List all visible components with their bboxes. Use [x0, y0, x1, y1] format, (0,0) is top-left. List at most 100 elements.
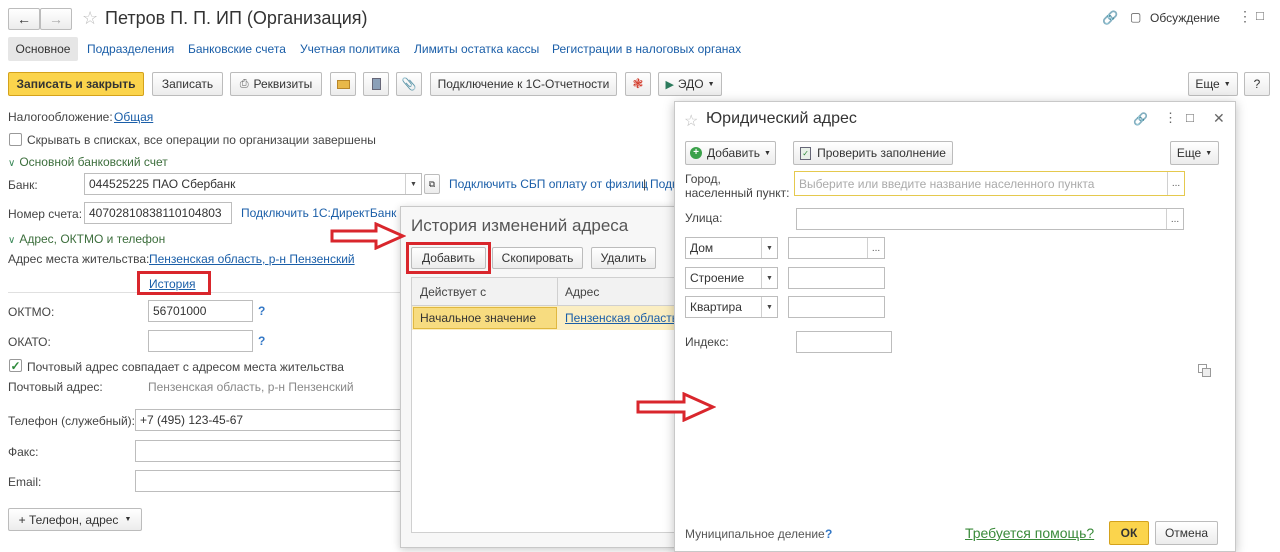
- tax-label: Налогообложение:: [8, 110, 113, 124]
- ok-button[interactable]: ОК: [1109, 521, 1149, 545]
- city-field[interactable]: Выберите или введите название населенног…: [794, 171, 1185, 196]
- history-delete-button[interactable]: Удалить: [591, 247, 656, 269]
- link-icon[interactable]: 🔗: [1102, 10, 1118, 26]
- back-button[interactable]: ←: [8, 8, 40, 30]
- tab-cash-limits[interactable]: Лимиты остатка кассы: [414, 42, 539, 56]
- index-field[interactable]: [796, 331, 892, 353]
- save-button[interactable]: Записать: [152, 72, 223, 96]
- okato-help-icon[interactable]: ?: [258, 334, 265, 348]
- copy-icon[interactable]: [1198, 364, 1212, 378]
- chevron-down-icon[interactable]: ▼: [761, 297, 777, 317]
- edo-button[interactable]: ▶ ЭДО ▼: [658, 72, 722, 96]
- house-label: Дом: [690, 241, 714, 255]
- check-document-icon: ✓: [800, 146, 812, 160]
- oktmo-label: ОКТМО:: [8, 305, 55, 319]
- email-label: Email:: [8, 475, 42, 489]
- forward-button[interactable]: →: [40, 8, 72, 30]
- postal-same-checkbox[interactable]: ✓: [9, 359, 22, 372]
- tab-subdivisions[interactable]: Подразделения: [87, 42, 174, 56]
- tab-bank-accounts[interactable]: Банковские счета: [188, 42, 286, 56]
- help-button[interactable]: ?: [1244, 72, 1270, 96]
- history-link[interactable]: История: [149, 277, 196, 291]
- account-field[interactable]: 40702810838110104803: [84, 202, 232, 224]
- tab-accounting-policy[interactable]: Учетная политика: [300, 42, 400, 56]
- fax-field[interactable]: [135, 440, 401, 462]
- street-select-icon[interactable]: ...: [1166, 209, 1183, 229]
- street-field[interactable]: ...: [796, 208, 1184, 230]
- municipal-help-icon[interactable]: ?: [825, 527, 832, 541]
- history-header-row: Действует с Адрес: [412, 278, 680, 306]
- building-type-select[interactable]: Строение ▼: [685, 267, 778, 289]
- history-add-button[interactable]: Добавить: [411, 247, 486, 269]
- requisites-button[interactable]: ⎙ Реквизиты: [230, 72, 322, 96]
- save-close-button[interactable]: Записать и закрыть: [8, 72, 144, 96]
- col-date-header[interactable]: Действует с: [420, 285, 486, 299]
- bank-section-header[interactable]: ∨ Основной банковский счет: [8, 155, 168, 169]
- oktmo-field[interactable]: 56701000: [148, 300, 253, 322]
- chevron-down-icon[interactable]: ▼: [761, 268, 777, 288]
- house-select-icon[interactable]: ...: [867, 238, 884, 258]
- chevron-down-icon: ▼: [124, 516, 132, 523]
- open-bank-button[interactable]: ⧉: [424, 174, 440, 194]
- tax-link[interactable]: Общая: [114, 110, 153, 124]
- building-field[interactable]: [788, 267, 885, 289]
- flat-field[interactable]: [788, 296, 885, 318]
- house-field[interactable]: ...: [788, 237, 885, 259]
- chevron-down-icon: ▼: [764, 149, 771, 157]
- table-row[interactable]: Начальное значение Пензенская область: [412, 306, 680, 330]
- chevron-down-icon[interactable]: ▼: [761, 238, 777, 258]
- okato-field[interactable]: [148, 330, 253, 352]
- phone-field[interactable]: +7 (495) 123-45-67: [135, 409, 401, 431]
- discussion-button[interactable]: Обсуждение: [1150, 11, 1220, 25]
- history-copy-button[interactable]: Скопировать: [492, 247, 583, 269]
- maximize-icon[interactable]: □: [1256, 8, 1264, 23]
- bank-field[interactable]: 044525225 ПАО Сбербанк ▼: [84, 173, 422, 195]
- attachment-button[interactable]: 📎: [396, 72, 422, 96]
- flat-type-select[interactable]: Квартира ▼: [685, 296, 778, 318]
- add-contact-button[interactable]: + Телефон, адрес ▼: [8, 508, 142, 531]
- hide-checkbox[interactable]: [9, 133, 22, 146]
- star-icon[interactable]: ☆: [82, 8, 98, 29]
- help-link[interactable]: Требуется помощь?: [965, 525, 1094, 541]
- snowflake-button[interactable]: ❃: [625, 72, 651, 96]
- discussion-icon[interactable]: ▢: [1130, 10, 1141, 24]
- city-select-icon[interactable]: ...: [1167, 172, 1184, 195]
- col-address-header[interactable]: Адрес: [565, 285, 599, 299]
- document-button[interactable]: [363, 72, 389, 96]
- link-icon[interactable]: 🔗: [1133, 112, 1148, 126]
- email-field[interactable]: [135, 470, 401, 492]
- tab-main[interactable]: Основное: [8, 37, 78, 61]
- history-dialog: История изменений адреса Добавить Скопир…: [400, 206, 681, 548]
- close-icon[interactable]: ✕: [1213, 110, 1225, 127]
- connect-reporting-button[interactable]: Подключение к 1С-Отчетности: [430, 72, 617, 96]
- window-title: Петров П. П. ИП (Организация): [105, 8, 368, 28]
- residence-label: Адрес места жительства:: [8, 252, 150, 266]
- more-button[interactable]: Еще ▼: [1188, 72, 1238, 96]
- postal-label: Почтовый адрес:: [8, 380, 103, 394]
- directbank-link[interactable]: Подключить 1С:ДиректБанк: [241, 206, 396, 220]
- oktmo-help-icon[interactable]: ?: [258, 304, 265, 318]
- legal-add-label: Добавить: [707, 146, 761, 160]
- edo-icon: ▶: [665, 78, 674, 91]
- bank-label: Банк:: [8, 178, 38, 192]
- row-address-link[interactable]: Пензенская область: [565, 311, 678, 325]
- menu-icon[interactable]: ⋮: [1164, 110, 1177, 126]
- edo-label: ЭДО: [677, 77, 704, 91]
- col-divider: [557, 278, 558, 305]
- maximize-icon[interactable]: □: [1186, 110, 1194, 125]
- fax-label: Факс:: [8, 445, 39, 459]
- checkmark-icon: ✓: [10, 358, 21, 373]
- legal-more-button[interactable]: Еще ▼: [1170, 141, 1219, 165]
- mail-button[interactable]: [330, 72, 356, 96]
- legal-add-button[interactable]: + Добавить ▼: [685, 141, 776, 165]
- sbp-link[interactable]: Подключить СБП оплату от физлиц: [449, 177, 648, 191]
- house-type-select[interactable]: Дом ▼: [685, 237, 778, 259]
- cancel-button[interactable]: Отмена: [1155, 521, 1218, 545]
- tab-tax-registrations[interactable]: Регистрации в налоговых органах: [552, 42, 741, 56]
- menu-icon[interactable]: ⋮: [1238, 8, 1252, 25]
- address-section-header[interactable]: ∨ Адрес, ОКТМО и телефон: [8, 232, 165, 246]
- residence-link[interactable]: Пензенская область, р-н Пензенский: [149, 252, 355, 266]
- check-fill-button[interactable]: ✓ Проверить заполнение: [793, 141, 953, 165]
- chevron-down-icon[interactable]: ▼: [405, 174, 421, 194]
- star-icon[interactable]: ☆: [684, 111, 698, 131]
